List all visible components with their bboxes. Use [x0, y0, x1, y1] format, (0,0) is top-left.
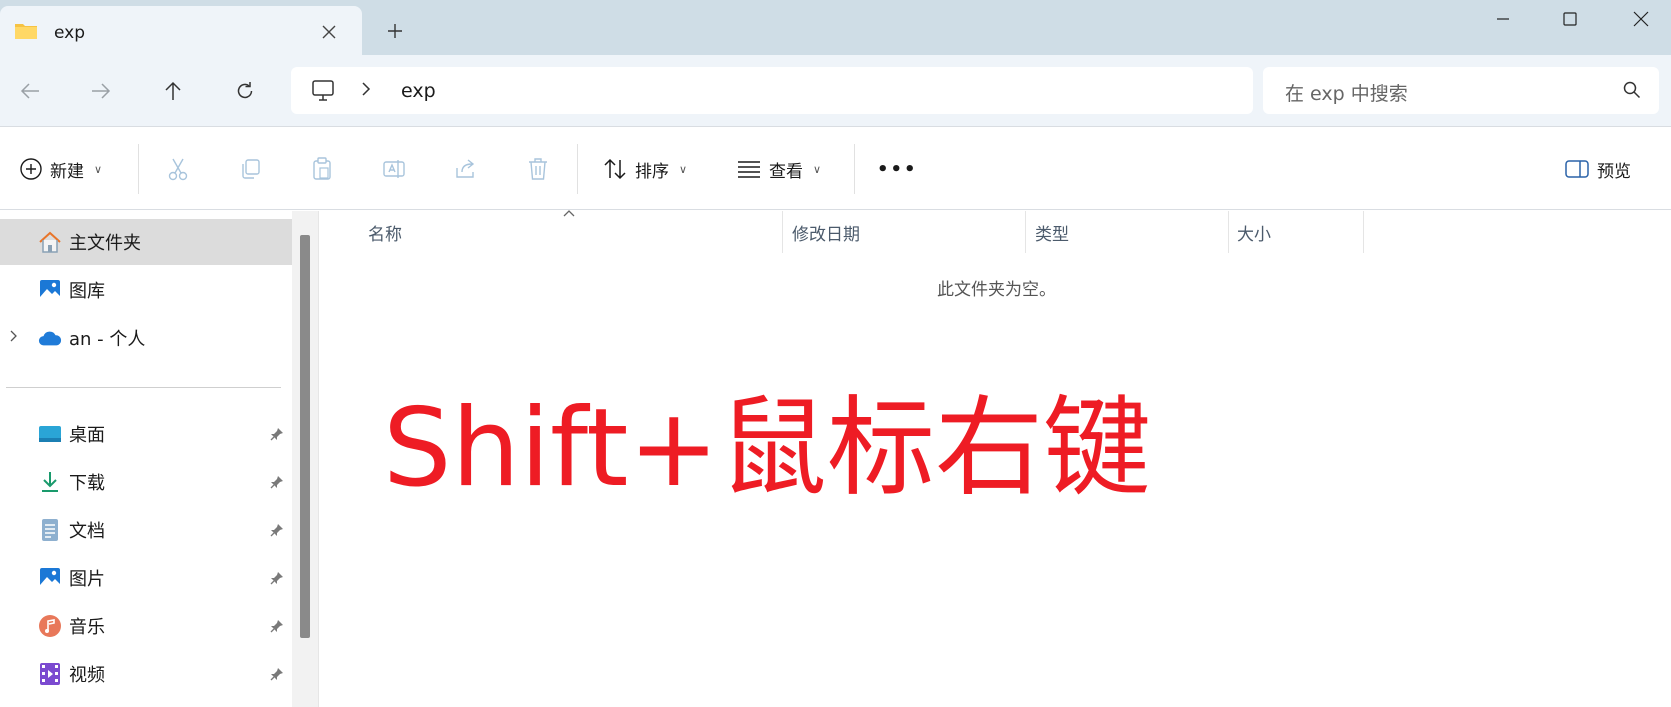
preview-label: 预览: [1597, 161, 1631, 182]
sidebar-item-label: 下载: [69, 473, 105, 494]
rename-icon[interactable]: [381, 156, 407, 182]
sidebar-item-documents[interactable]: 文档: [0, 507, 292, 553]
pane-divider[interactable]: [318, 211, 319, 707]
pictures-icon: [38, 566, 62, 590]
pin-icon[interactable]: [268, 569, 286, 587]
list-view-icon: [738, 161, 760, 178]
annotation-overlay-text: Shift+鼠标右键: [383, 386, 1151, 511]
search-placeholder: 在 exp 中搜索: [1285, 83, 1408, 105]
folder-icon: [14, 22, 38, 40]
column-divider[interactable]: [1363, 211, 1364, 253]
view-label: 查看: [769, 161, 803, 182]
divider: [577, 144, 578, 194]
delete-icon[interactable]: [525, 156, 551, 182]
pin-icon[interactable]: [268, 521, 286, 539]
search-box[interactable]: 在 exp 中搜索: [1263, 67, 1659, 114]
music-icon: [38, 614, 62, 638]
preview-pane-button[interactable]: 预览: [1565, 150, 1631, 188]
close-tab-icon[interactable]: [316, 19, 342, 45]
pin-icon[interactable]: [268, 425, 286, 443]
back-button[interactable]: [13, 74, 47, 108]
sidebar-item-label: 图片: [69, 569, 105, 590]
chevron-right-icon[interactable]: [361, 81, 371, 102]
column-header-name[interactable]: 名称: [368, 211, 402, 253]
view-button[interactable]: 查看 ∨: [737, 150, 821, 188]
sort-icon: [604, 158, 626, 180]
paste-icon[interactable]: [309, 156, 335, 182]
sidebar-item-label: 音乐: [69, 617, 105, 638]
column-header-size[interactable]: 大小: [1237, 211, 1271, 253]
download-icon: [38, 470, 62, 494]
chevron-down-icon: ∨: [813, 162, 822, 176]
column-divider[interactable]: [1025, 211, 1026, 253]
maximize-button[interactable]: [1534, 0, 1606, 38]
sort-label: 排序: [635, 161, 669, 182]
chevron-down-icon: ∨: [679, 162, 688, 176]
sidebar-item-label: 主文件夹: [69, 233, 141, 254]
divider: [138, 144, 139, 194]
refresh-button[interactable]: [228, 74, 262, 108]
pin-icon[interactable]: [268, 665, 286, 683]
sort-button[interactable]: 排序 ∨: [603, 150, 687, 188]
sidebar-item-gallery[interactable]: 图库: [0, 267, 292, 313]
column-header-modified[interactable]: 修改日期: [792, 211, 860, 253]
sidebar-item-pictures[interactable]: 图片: [0, 555, 292, 601]
column-divider[interactable]: [1228, 211, 1229, 253]
tab-title: exp: [54, 23, 86, 43]
new-button[interactable]: 新建 ∨: [20, 150, 102, 188]
sidebar-scrollbar-thumb[interactable]: [300, 235, 310, 638]
sidebar-item-home[interactable]: 主文件夹: [0, 219, 292, 265]
new-tab-button[interactable]: [382, 18, 408, 44]
title-bar: exp: [0, 0, 1671, 55]
more-options-button[interactable]: •••: [877, 150, 918, 188]
sidebar-item-onedrive[interactable]: an - 个人: [0, 315, 292, 361]
tab-exp[interactable]: exp: [0, 6, 362, 55]
sidebar-item-label: 视频: [69, 665, 105, 686]
column-divider[interactable]: [782, 211, 783, 253]
onedrive-cloud-icon: [38, 326, 62, 350]
pin-icon[interactable]: [268, 473, 286, 491]
new-label: 新建: [50, 161, 84, 182]
forward-button[interactable]: [84, 74, 118, 108]
sort-ascending-icon: [563, 206, 575, 220]
sidebar-item-videos[interactable]: 视频: [0, 651, 292, 697]
close-window-button[interactable]: [1605, 0, 1671, 38]
plus-circle-icon: [20, 158, 42, 180]
gallery-icon: [38, 278, 62, 302]
divider: [854, 144, 855, 194]
navigation-pane: 主文件夹 图库 an - 个人 桌面 下载 文档 图片 音乐 视频: [0, 211, 292, 707]
column-header-type[interactable]: 类型: [1035, 211, 1069, 253]
sidebar-item-music[interactable]: 音乐: [0, 603, 292, 649]
share-icon[interactable]: [453, 156, 479, 182]
sidebar-item-label: an - 个人: [69, 329, 146, 350]
copy-icon[interactable]: [237, 156, 263, 182]
sidebar-item-label: 文档: [69, 521, 105, 542]
home-icon: [38, 230, 62, 254]
sidebar-item-label: 桌面: [69, 425, 105, 446]
minimize-button[interactable]: [1467, 0, 1539, 38]
search-icon[interactable]: [1623, 81, 1641, 103]
cut-icon[interactable]: [165, 156, 191, 182]
breadcrumb-exp[interactable]: exp: [401, 80, 436, 102]
chevron-right-icon[interactable]: [10, 330, 18, 346]
videos-icon: [38, 662, 62, 686]
navigation-bar: exp 在 exp 中搜索: [0, 55, 1671, 127]
address-bar[interactable]: exp: [291, 67, 1253, 114]
desktop-icon: [38, 422, 62, 446]
empty-folder-message: 此文件夹为空。: [937, 280, 1056, 300]
sidebar-divider: [6, 387, 281, 388]
up-button[interactable]: [156, 74, 190, 108]
pin-icon[interactable]: [268, 617, 286, 635]
sidebar-item-label: 图库: [69, 281, 105, 302]
preview-pane-icon: [1565, 160, 1589, 178]
documents-icon: [38, 518, 62, 542]
sidebar-item-downloads[interactable]: 下载: [0, 459, 292, 505]
command-bar: 新建 ∨ 排序 ∨ 查看 ∨ ••• 预览: [0, 128, 1671, 210]
sidebar-item-desktop[interactable]: 桌面: [0, 411, 292, 457]
chevron-down-icon: ∨: [94, 162, 103, 176]
computer-icon[interactable]: [311, 80, 335, 106]
